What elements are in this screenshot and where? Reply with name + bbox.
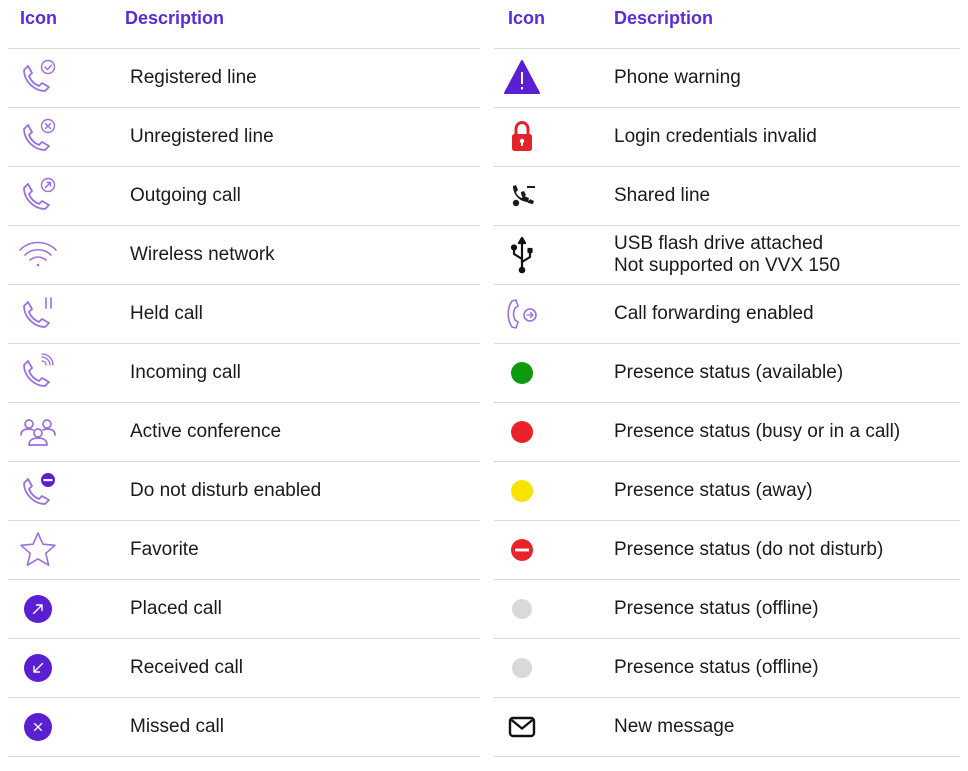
row-label: Placed call [130, 598, 222, 619]
row-label: Presence status (busy or in a call) [614, 421, 901, 442]
warning-icon [494, 49, 550, 107]
phone-dnd-icon [10, 462, 66, 520]
table-row: Favorite [8, 521, 480, 580]
usb-icon [494, 226, 550, 284]
table-row: Presence status (available) [494, 344, 960, 403]
row-label: USB flash drive attached [614, 233, 824, 254]
missed-call-icon [10, 698, 66, 756]
icon-column-header: Icon [20, 8, 58, 28]
row-label: Do not disturb enabled [130, 480, 322, 501]
conference-icon [10, 403, 66, 461]
phone-incoming-icon [10, 344, 66, 402]
star-icon [10, 521, 66, 579]
table-row: Held call [8, 285, 480, 344]
table-row: Do not disturb enabled [8, 462, 480, 521]
phone-outgoing-icon [10, 167, 66, 225]
table-row: USB flash drive attached Not supported o… [494, 226, 960, 285]
table-row: Presence status (away) [494, 462, 960, 521]
table-row: Phone warning [494, 49, 960, 108]
table-row: Received call [8, 639, 480, 698]
table-row: Shared line [494, 167, 960, 226]
row-label: Wireless network [130, 244, 275, 265]
presence-dnd-icon [494, 521, 550, 579]
row-label: Outgoing call [130, 185, 241, 206]
placed-call-icon [10, 580, 66, 638]
row-label: Active conference [130, 421, 282, 442]
presence-away-icon [494, 462, 550, 520]
phone-hold-icon [10, 285, 66, 343]
table-row: Registered line [8, 49, 480, 108]
row-label: Call forwarding enabled [614, 303, 814, 324]
left-column: Icon Description Registered line Unregis… [8, 0, 480, 757]
call-forward-icon [494, 285, 550, 343]
table-row: Presence status (do not disturb) [494, 521, 960, 580]
row-label: Held call [130, 303, 203, 324]
phone-check-icon [10, 49, 66, 107]
table-header: Icon Description [494, 0, 960, 49]
table-row: Presence status (offline) [494, 639, 960, 698]
presence-available-icon [494, 344, 550, 402]
envelope-icon [494, 698, 550, 756]
right-column: Icon Description Phone warning Login cre… [494, 0, 960, 757]
presence-offline-icon [494, 580, 550, 638]
table-row: Outgoing call [8, 167, 480, 226]
description-column-header: Description [125, 8, 225, 28]
row-label: Phone warning [614, 67, 741, 88]
wifi-icon [10, 226, 66, 284]
table-row: Missed call [8, 698, 480, 757]
row-label: Shared line [614, 185, 711, 206]
table-row: Active conference [8, 403, 480, 462]
table-row: Incoming call [8, 344, 480, 403]
description-column-header: Description [614, 8, 714, 28]
presence-busy-icon [494, 403, 550, 461]
table-row: Login credentials invalid [494, 108, 960, 167]
row-label: Registered line [130, 67, 257, 88]
table-row: Call forwarding enabled [494, 285, 960, 344]
shared-line-icon [494, 167, 550, 225]
row-label: Missed call [130, 716, 224, 737]
table-row: Presence status (busy or in a call) [494, 403, 960, 462]
row-label-secondary: Not supported on VVX 150 [614, 255, 841, 276]
icon-column-header: Icon [508, 8, 546, 28]
row-label: Favorite [130, 539, 199, 560]
row-label: Login credentials invalid [614, 126, 817, 147]
row-label: Received call [130, 657, 243, 678]
phone-x-icon [10, 108, 66, 166]
icon-reference-table: Icon Description Registered line Unregis… [0, 0, 968, 771]
row-label: Unregistered line [130, 126, 274, 147]
row-label: Incoming call [130, 362, 241, 383]
table-row: Presence status (offline) [494, 580, 960, 639]
row-label: New message [614, 716, 735, 737]
table-row: Placed call [8, 580, 480, 639]
row-label: Presence status (do not disturb) [614, 539, 884, 560]
table-row: New message [494, 698, 960, 757]
lock-icon [494, 108, 550, 166]
presence-offline-icon [494, 639, 550, 697]
received-call-icon [10, 639, 66, 697]
table-row: Unregistered line [8, 108, 480, 167]
table-row: Wireless network [8, 226, 480, 285]
table-header: Icon Description [8, 0, 480, 49]
row-label: Presence status (offline) [614, 598, 819, 619]
row-label: Presence status (available) [614, 362, 844, 383]
row-label: Presence status (offline) [614, 657, 819, 678]
row-label: Presence status (away) [614, 480, 813, 501]
